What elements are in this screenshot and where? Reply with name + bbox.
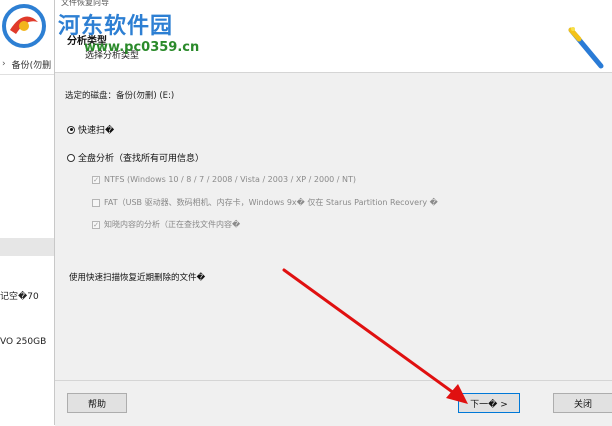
quick-scan-option[interactable]: 快速扫�	[67, 123, 114, 136]
magic-wand-icon	[568, 27, 604, 69]
dialog-titlebar[interactable]: 文件恢复向导	[55, 0, 612, 10]
fat-checkbox[interactable]	[92, 198, 100, 207]
wizard-footer: 帮助 下一� > 关闭	[55, 380, 612, 426]
drive-size-text: VO 250GB	[0, 337, 47, 347]
selected-disk-label: 选定的磁盘：备份(勿删) (E:)	[65, 91, 175, 101]
breadcrumb-folder[interactable]: 备份(勿删	[12, 58, 52, 71]
address-bar[interactable]: › 备份(勿删	[0, 54, 60, 75]
ntfs-label: NTFS (Windows 10 / 8 / 7 / 2008 / Vista …	[104, 175, 357, 184]
chevron-right-icon: ›	[2, 59, 6, 69]
wizard-header: 分析类型 选择分析类型	[55, 10, 612, 73]
dialog-title: 文件恢复向导	[61, 0, 109, 7]
full-analysis-option[interactable]: 全盘分析（查找所有可用信息）	[67, 151, 204, 164]
full-analysis-label: 全盘分析（查找所有可用信息）	[78, 154, 205, 164]
ntfs-option[interactable]: ✓ NTFS (Windows 10 / 8 / 7 / 2008 / Vist…	[92, 175, 356, 184]
fat-option[interactable]: FAT（USB 驱动器、数码相机、内存卡，Windows 9x� 仅在 Star…	[92, 197, 438, 208]
quick-scan-radio[interactable]	[67, 125, 75, 134]
list-header-band	[0, 238, 54, 256]
drive-free-space-text: 记空�70	[0, 292, 39, 302]
next-button[interactable]: 下一� >	[458, 393, 520, 413]
quick-scan-label: 快速扫�	[78, 126, 115, 136]
wizard-content: 选定的磁盘：备份(勿删) (E:) 快速扫� 全盘分析（查找所有可用信息） ✓ …	[55, 73, 612, 380]
content-aware-label: 知晓内容的分析（正在查找文件内容�	[104, 220, 241, 229]
content-aware-option[interactable]: ✓ 知晓内容的分析（正在查找文件内容�	[92, 219, 240, 230]
full-analysis-radio[interactable]	[67, 153, 75, 162]
fat-label: FAT（USB 驱动器、数码相机、内存卡，Windows 9x� 仅在 Star…	[104, 198, 438, 207]
ntfs-checkbox[interactable]: ✓	[92, 175, 100, 184]
step-subtitle: 选择分析类型	[85, 51, 140, 61]
scan-hint-text: 使用快速扫描恢复近期删除的文件�	[69, 273, 206, 283]
close-button[interactable]: 关闭	[553, 393, 612, 413]
content-aware-checkbox[interactable]: ✓	[92, 220, 100, 229]
recovery-wizard-dialog: 文件恢复向导 分析类型 选择分析类型 选定的磁盘：备份(勿删) (E:) 快速扫…	[54, 0, 612, 426]
step-title: 分析类型	[67, 36, 107, 47]
help-button[interactable]: 帮助	[67, 393, 127, 413]
